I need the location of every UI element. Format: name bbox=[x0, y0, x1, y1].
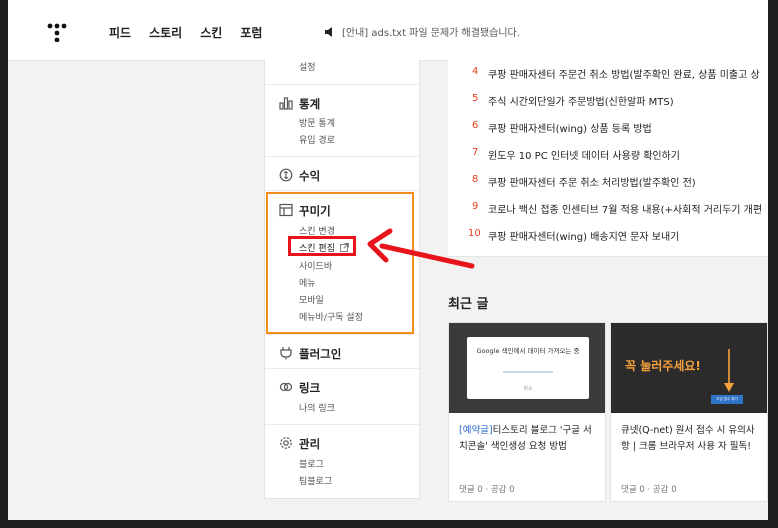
post-link[interactable]: 쿠팡 판매자센터 주문 취소 처리방법(발주확인 전) bbox=[488, 174, 696, 189]
thumb-dialog-text: Google 색인에서 데이터 가져오는 중 bbox=[476, 347, 580, 355]
sidebar-title-link[interactable]: 링크 bbox=[299, 380, 320, 396]
divider bbox=[265, 424, 419, 425]
thumb-progress bbox=[503, 371, 553, 373]
post-tag: [예약글] bbox=[459, 425, 493, 436]
post-thumbnail[interactable]: 꼭 눌러주세요! 지금 접수 하기 bbox=[611, 323, 767, 413]
plugin-icon bbox=[280, 347, 292, 360]
sidebar-sub-settings[interactable]: 설정 bbox=[299, 60, 316, 73]
rank-number: 5 bbox=[472, 93, 479, 104]
link-icon bbox=[279, 382, 293, 392]
thumb-headline: 꼭 눌러주세요! bbox=[625, 359, 701, 373]
list-item[interactable]: 6 쿠팡 판매자센터(wing) 상품 등록 방법 bbox=[448, 120, 768, 140]
recent-posts-title: 최근 글 bbox=[448, 297, 489, 312]
post-title-text: 큐넷(Q-net) 원서 접수 시 유의사항 | 크롬 브라우저 사용 자 필독… bbox=[621, 425, 755, 452]
bar-chart-icon bbox=[279, 97, 293, 110]
recent-post-card[interactable]: Google 색인에서 데이터 가져오는 중 취소 [예약글]티스토리 블로그 … bbox=[448, 322, 606, 502]
list-item[interactable]: 5 주식 시간외단일가 주문방법(신한알파 MTS) bbox=[448, 93, 768, 113]
list-item[interactable]: 7 윈도우 10 PC 인터넷 데이터 사용량 확인하기 bbox=[448, 147, 768, 167]
top-header: 피드 스토리 스킨 포럼 [안내] ads.txt 파일 문제가 해결됐습니다. bbox=[8, 0, 768, 61]
post-link[interactable]: 쿠팡 판매자센터(wing) 상품 등록 방법 bbox=[488, 120, 652, 135]
speaker-icon bbox=[325, 26, 332, 37]
notice-text: [안내] ads.txt 파일 문제가 해결됐습니다. bbox=[342, 28, 520, 39]
thumb-dialog: Google 색인에서 데이터 가져오는 중 취소 bbox=[467, 337, 589, 399]
nav-forum[interactable]: 포럼 bbox=[240, 24, 262, 41]
popular-posts-list: 4 쿠팡 판매자센터 주문건 취소 방법(발주확인 완료, 상품 미출고 상 5… bbox=[448, 60, 768, 257]
rank-number: 4 bbox=[472, 66, 479, 77]
thumb-dialog-button: 취소 bbox=[523, 386, 533, 392]
thumb-blue-button: 지금 접수 하기 bbox=[711, 395, 743, 404]
post-title[interactable]: 큐넷(Q-net) 원서 접수 시 유의사항 | 크롬 브라우저 사용 자 필독… bbox=[621, 423, 761, 455]
sidebar-item-referrer[interactable]: 유입 경로 bbox=[299, 133, 335, 146]
sidebar-item-blog[interactable]: 블로그 bbox=[299, 457, 324, 470]
post-link[interactable]: 쿠팡 판매자센터 주문건 취소 방법(발주확인 완료, 상품 미출고 상 bbox=[488, 66, 760, 81]
post-link[interactable]: 윈도우 10 PC 인터넷 데이터 사용량 확인하기 bbox=[488, 147, 680, 162]
divider bbox=[265, 84, 419, 85]
sidebar-title-revenue[interactable]: 수익 bbox=[299, 168, 320, 184]
nav-skin[interactable]: 스킨 bbox=[200, 24, 222, 41]
tistory-logo-icon[interactable] bbox=[46, 22, 68, 42]
post-link[interactable]: 코로나 백신 접종 인센티브 7월 적용 내용(+사회적 거리두기 개편 bbox=[488, 201, 762, 216]
rank-number: 7 bbox=[472, 147, 479, 158]
rank-number: 8 bbox=[472, 174, 479, 185]
list-item[interactable]: 9 코로나 백신 접종 인센티브 7월 적용 내용(+사회적 거리두기 개편 bbox=[448, 201, 768, 221]
sidebar-item-my-link[interactable]: 나의 링크 bbox=[299, 401, 335, 414]
post-meta: 댓글 0 · 공감 0 bbox=[621, 485, 677, 495]
sidebar-item-team-blog[interactable]: 팀블로그 bbox=[299, 474, 332, 487]
rank-number: 6 bbox=[472, 120, 479, 131]
revenue-icon bbox=[279, 168, 293, 182]
sidebar-title-manage[interactable]: 관리 bbox=[299, 436, 320, 452]
list-item[interactable]: 10 쿠팡 판매자센터(wing) 배송지연 문자 보내기 bbox=[448, 228, 768, 248]
divider bbox=[265, 190, 419, 191]
gear-icon bbox=[280, 437, 292, 449]
sidebar-title-plugin[interactable]: 플러그인 bbox=[299, 346, 341, 362]
nav-story[interactable]: 스토리 bbox=[149, 24, 182, 41]
divider bbox=[265, 156, 419, 157]
sidebar-item-visit-stats[interactable]: 방문 통계 bbox=[299, 116, 335, 129]
rank-number: 9 bbox=[472, 201, 479, 212]
main-nav: 피드 스토리 스킨 포럼 bbox=[109, 24, 280, 41]
skin-edit-highlight bbox=[288, 236, 356, 256]
post-link[interactable]: 주식 시간외단일가 주문방법(신한알파 MTS) bbox=[488, 93, 674, 108]
nav-feed[interactable]: 피드 bbox=[109, 24, 131, 41]
post-title[interactable]: [예약글]티스토리 블로그 '구글 서치콘솔' 색인생성 요청 방법 bbox=[459, 423, 599, 455]
sidebar-title-stats[interactable]: 통계 bbox=[299, 96, 320, 112]
divider bbox=[265, 368, 419, 369]
notice-banner[interactable]: [안내] ads.txt 파일 문제가 해결됐습니다. bbox=[324, 24, 520, 39]
browser-viewport: 피드 스토리 스킨 포럼 [안내] ads.txt 파일 문제가 해결됐습니다.… bbox=[8, 0, 768, 520]
list-item[interactable]: 8 쿠팡 판매자센터 주문 취소 처리방법(발주확인 전) bbox=[448, 174, 768, 194]
recent-post-card[interactable]: 꼭 눌러주세요! 지금 접수 하기 큐넷(Q-net) 원서 접수 시 유의사항… bbox=[610, 322, 768, 502]
down-arrow-icon bbox=[724, 349, 734, 392]
post-link[interactable]: 쿠팡 판매자센터(wing) 배송지연 문자 보내기 bbox=[488, 228, 679, 243]
list-item[interactable]: 4 쿠팡 판매자센터 주문건 취소 방법(발주확인 완료, 상품 미출고 상 bbox=[448, 66, 768, 86]
post-thumbnail[interactable]: Google 색인에서 데이터 가져오는 중 취소 bbox=[449, 323, 605, 413]
divider bbox=[265, 334, 419, 335]
post-meta: 댓글 0 · 공감 0 bbox=[459, 485, 515, 495]
rank-number: 10 bbox=[468, 228, 481, 239]
